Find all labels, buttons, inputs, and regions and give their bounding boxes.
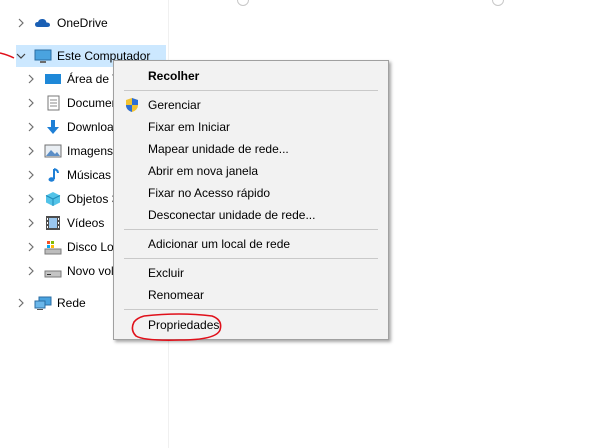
chevron-right-icon[interactable]	[26, 98, 36, 108]
tree-item-3d-objects[interactable]: Objetos 3	[26, 188, 118, 210]
drive-icon	[44, 263, 62, 279]
chevron-right-icon[interactable]	[26, 170, 36, 180]
videos-icon	[44, 215, 62, 231]
menu-item-label: Renomear	[148, 288, 205, 302]
documents-icon	[44, 95, 62, 111]
desktop-icon	[44, 71, 62, 87]
menu-item-label: Adicionar um local de rede	[148, 237, 291, 251]
tree-item-desktop[interactable]: Área de T	[26, 68, 119, 90]
menu-item-label: Excluir	[148, 266, 185, 280]
tree-item-label: Imagens	[67, 144, 114, 158]
menu-item-collapse[interactable]: Recolher	[116, 65, 386, 87]
context-menu: Recolher Gerenciar Fixar em Iniciar Mape…	[113, 60, 389, 340]
tree-item-label: Músicas	[67, 168, 112, 182]
menu-item-label: Recolher	[148, 69, 200, 83]
menu-item-rename[interactable]: Renomear	[116, 284, 386, 306]
chevron-right-icon[interactable]	[26, 146, 36, 156]
chevron-right-icon[interactable]	[26, 194, 36, 204]
tree-item-music[interactable]: Músicas	[26, 164, 111, 186]
tree-item-label: Área de T	[67, 72, 120, 86]
menu-item-pin-quick-access[interactable]: Fixar no Acesso rápido	[116, 182, 386, 204]
chevron-right-icon[interactable]	[16, 298, 26, 308]
tree-item-documents[interactable]: Documen	[26, 92, 118, 114]
pictures-icon	[44, 143, 62, 159]
chevron-right-icon[interactable]	[26, 122, 36, 132]
music-icon	[44, 167, 62, 183]
chevron-down-icon[interactable]	[16, 51, 26, 61]
menu-separator	[124, 309, 378, 310]
chevron-right-icon[interactable]	[26, 218, 36, 228]
menu-item-label: Fixar no Acesso rápido	[148, 186, 271, 200]
menu-item-properties[interactable]: Propriedades	[116, 314, 386, 336]
tree-item-label: Documen	[67, 96, 119, 110]
menu-item-label: Fixar em Iniciar	[148, 120, 231, 134]
tree-item-label: Vídeos	[67, 216, 105, 230]
tree-item-new-volume[interactable]: Novo vol	[26, 260, 114, 282]
tree-item-local-disk[interactable]: Disco Loc	[26, 236, 120, 258]
tree-item-onedrive[interactable]: OneDrive	[16, 12, 166, 34]
onedrive-cloud-icon	[34, 15, 52, 31]
uac-shield-icon	[125, 97, 139, 116]
menu-item-map-network-drive[interactable]: Mapear unidade de rede...	[116, 138, 386, 160]
chevron-right-icon[interactable]	[16, 18, 26, 28]
menu-separator	[124, 229, 378, 230]
chevron-right-icon[interactable]	[26, 266, 36, 276]
toolbar-residue-icon	[492, 0, 504, 6]
computer-icon	[34, 48, 52, 64]
toolbar-residue-icon	[237, 0, 249, 6]
menu-item-label: Mapear unidade de rede...	[148, 142, 289, 156]
tree-item-label: OneDrive	[57, 16, 108, 30]
menu-item-label: Gerenciar	[148, 98, 201, 112]
menu-item-add-network-location[interactable]: Adicionar um local de rede	[116, 233, 386, 255]
menu-item-label: Desconectar unidade de rede...	[148, 208, 316, 222]
local-disk-icon	[44, 239, 62, 255]
menu-separator	[124, 258, 378, 259]
network-icon	[34, 295, 52, 311]
tree-item-label: Objetos 3	[67, 192, 119, 206]
chevron-right-icon[interactable]	[26, 74, 36, 84]
3d-objects-icon	[44, 191, 62, 207]
tree-item-label: Novo vol	[67, 264, 114, 278]
menu-item-open-new-window[interactable]: Abrir em nova janela	[116, 160, 386, 182]
tree-item-pictures[interactable]: Imagens	[26, 140, 113, 162]
menu-item-manage[interactable]: Gerenciar	[116, 94, 386, 116]
menu-separator	[124, 90, 378, 91]
menu-item-label: Abrir em nova janela	[148, 164, 259, 178]
menu-item-label: Propriedades	[148, 318, 220, 332]
tree-item-videos[interactable]: Vídeos	[26, 212, 104, 234]
downloads-icon	[44, 119, 62, 135]
tree-item-downloads[interactable]: Download	[26, 116, 120, 138]
menu-item-disconnect-drive[interactable]: Desconectar unidade de rede...	[116, 204, 386, 226]
menu-item-pin-start[interactable]: Fixar em Iniciar	[116, 116, 386, 138]
tree-item-label: Disco Loc	[67, 240, 120, 254]
tree-item-label: Rede	[57, 296, 86, 310]
menu-item-delete[interactable]: Excluir	[116, 262, 386, 284]
chevron-right-icon[interactable]	[26, 242, 36, 252]
